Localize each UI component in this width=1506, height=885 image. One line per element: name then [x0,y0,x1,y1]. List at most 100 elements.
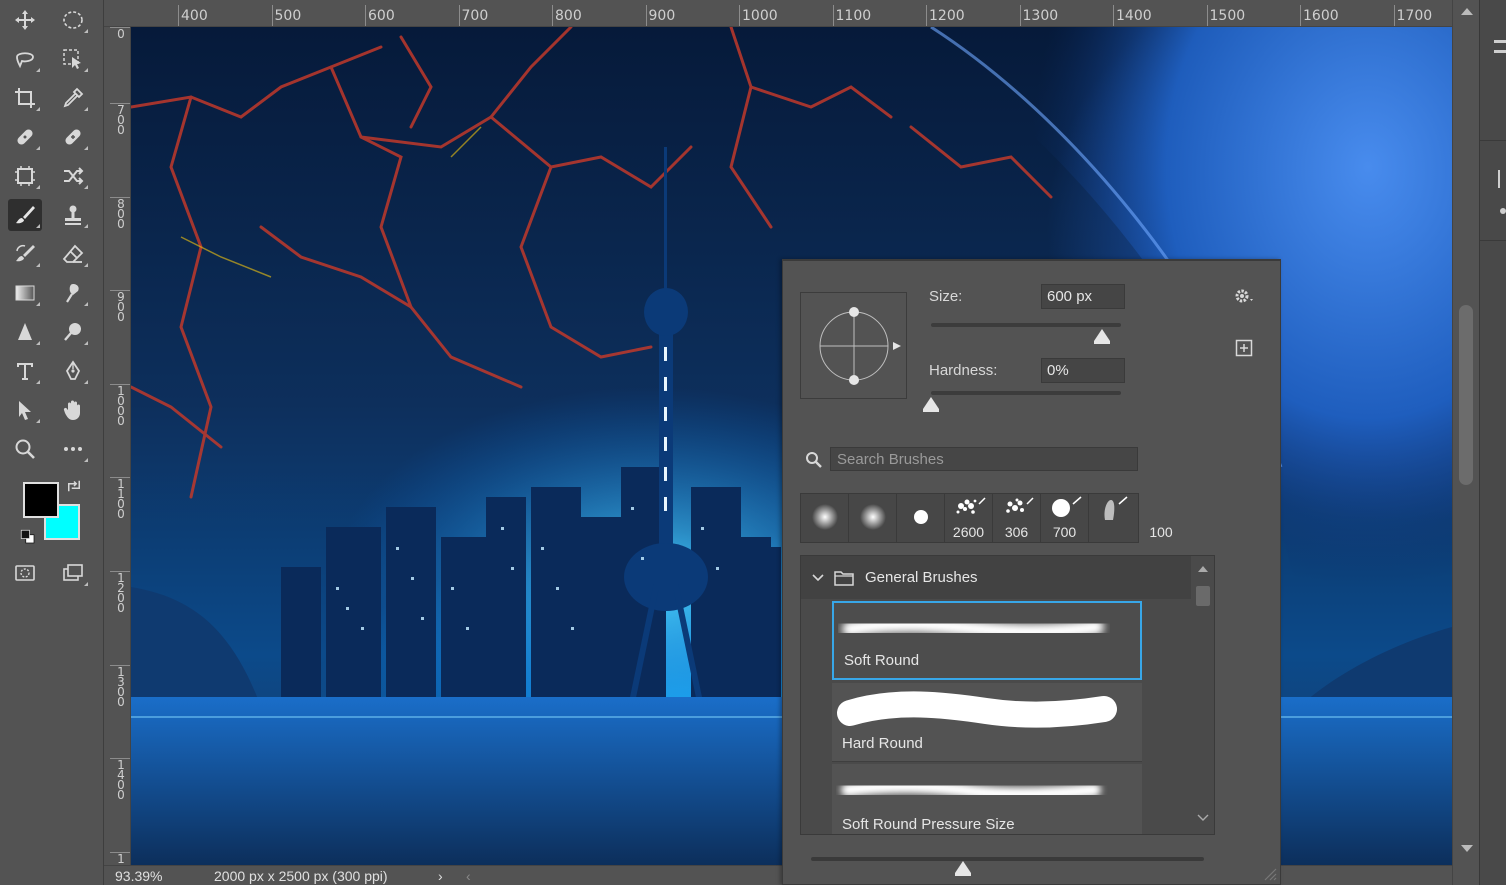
brush-preset-picker: Size: 600 px Hardness: 0% Search Brushes… [782,259,1281,885]
ruler-label: 0 [117,27,125,41]
hardness-slider-thumb[interactable] [923,397,939,412]
scroll-down-icon[interactable] [1461,845,1473,852]
vertical-ruler: 0 700 800 900 1000 1100 1200 1300 1400 1 [104,27,131,865]
type-tool-icon[interactable] [8,355,42,387]
zoom-tool-icon[interactable] [8,433,42,465]
ruler-label: 1200 [929,8,965,24]
recent-brush-6[interactable]: 100 [1089,494,1173,542]
splatter-brush-icon [1006,497,1034,513]
content-aware-move-icon[interactable] [56,160,90,192]
ruler-label: 900 [117,290,125,324]
folder-icon [834,570,854,586]
healing-brush-tool-icon[interactable] [56,121,90,153]
quick-mask-icon[interactable] [8,557,42,589]
lasso-tool-icon[interactable] [8,43,42,75]
ruler-tick [926,5,927,26]
ruler-tick [1300,5,1301,26]
crop-tool-icon[interactable] [8,82,42,114]
size-slider-thumb[interactable] [1094,329,1110,344]
screen-mode-icon[interactable] [56,557,90,589]
ruler-label: 900 [648,8,676,24]
brush-preset-soft-round-pressure-size[interactable]: Soft Round Pressure Size [832,764,1142,834]
foreground-color-swatch[interactable] [23,482,59,518]
dodge-tool-icon[interactable] [56,316,90,348]
ruler-label: 1400 [117,758,125,802]
horizontal-ruler: 400 500 600 700 800 900 1000 1100 1200 1300 1400 15… [104,0,1452,27]
default-colors-icon[interactable] [16,526,40,548]
ruler-label: 1400 [1116,8,1152,24]
right-panels-strip [1479,0,1506,885]
ruler-tick [552,5,553,26]
ruler-tick [832,5,834,26]
soft-round-dot-icon [812,504,838,530]
document-info: 2000 px x 2500 px (300 ppi) [214,868,388,884]
brush-angle-preview[interactable] [800,292,907,399]
frame-tool-icon[interactable] [8,160,42,192]
ruler-tick [1206,5,1208,26]
clone-stamp-tool-icon[interactable] [56,199,90,231]
search-brushes-input[interactable] [831,448,1137,470]
spot-healing-tool-icon[interactable] [8,121,42,153]
preview-size-slider[interactable] [811,857,1204,861]
list-scroll-up-icon[interactable] [1198,566,1208,572]
hardness-field[interactable]: 0% [1041,358,1125,383]
eraser-tool-icon[interactable] [56,238,90,270]
recent-brush-5[interactable]: 700 [1041,494,1089,542]
recent-brush-3[interactable]: 2600 [945,494,993,542]
brush-list-scroll-thumb[interactable] [1196,586,1210,606]
recent-brush-1[interactable] [849,494,897,542]
brush-list-scrollbar[interactable] [1191,556,1214,834]
blob-brush-icon [1104,496,1128,520]
ruler-label: 600 [368,8,395,24]
gradient-tool-icon[interactable] [8,277,42,309]
hardness-slider[interactable] [931,391,1121,395]
hardness-label: Hardness: [929,362,998,379]
round-brush-icon [1052,496,1082,517]
smudge-tool-icon[interactable] [56,277,90,309]
brush-preset-soft-round[interactable]: Soft Round [832,601,1142,680]
object-selection-tool-icon[interactable] [56,43,90,75]
sharpen-tool-icon[interactable] [8,316,42,348]
zoom-level[interactable]: 93.39% [115,868,162,884]
soft-round-dot-icon [860,504,886,530]
recent-brush-4[interactable]: 306 [993,494,1041,542]
resize-grip-icon[interactable] [1261,865,1277,881]
hand-tool-icon[interactable] [56,394,90,426]
pen-tool-icon[interactable] [56,355,90,387]
pressure-stroke-preview [841,779,1101,802]
vertical-scrollbar[interactable] [1452,0,1479,885]
list-scroll-down-icon[interactable] [1197,814,1209,822]
character-panel-icon[interactable] [1498,170,1506,188]
gear-icon[interactable] [1234,287,1256,310]
eyedropper-tool-icon[interactable] [56,82,90,114]
hard-round-dot-icon [914,510,928,524]
tools-panel [0,0,104,885]
new-preset-icon[interactable] [1235,339,1253,362]
paragraph-panel-icon[interactable] [1500,208,1506,214]
panel-menu-icon[interactable] [1494,40,1506,43]
history-brush-tool-icon[interactable] [8,238,42,270]
recent-brush-2[interactable] [897,494,945,542]
swap-colors-icon[interactable] [62,474,86,498]
preview-size-slider-thumb[interactable] [955,861,971,876]
size-field[interactable]: 600 px [1041,284,1125,309]
chevron-down-icon[interactable] [811,573,825,583]
ruler-label: 800 [555,8,582,24]
status-menu-arrow[interactable]: › [438,868,443,884]
move-tool-icon[interactable] [8,4,42,36]
recent-brushes-row: 2600 306 700 100 [800,493,1173,543]
brush-preset-hard-round[interactable]: Hard Round [832,683,1142,762]
search-brushes-box [830,447,1138,471]
scroll-thumb[interactable] [1459,305,1473,485]
path-selection-tool-icon[interactable] [8,394,42,426]
size-slider[interactable] [931,323,1121,327]
more-tools-icon[interactable] [56,433,90,465]
ruler-tick [739,5,740,26]
recent-brush-0[interactable] [801,494,849,542]
scroll-left-arrow[interactable]: ‹ [466,868,471,884]
brush-group-general[interactable]: General Brushes [801,556,1191,599]
marquee-tool-icon[interactable] [56,4,90,36]
scroll-up-icon[interactable] [1461,8,1473,15]
brush-tool-icon[interactable] [8,199,42,231]
ruler-label: 1500 [1209,8,1246,24]
